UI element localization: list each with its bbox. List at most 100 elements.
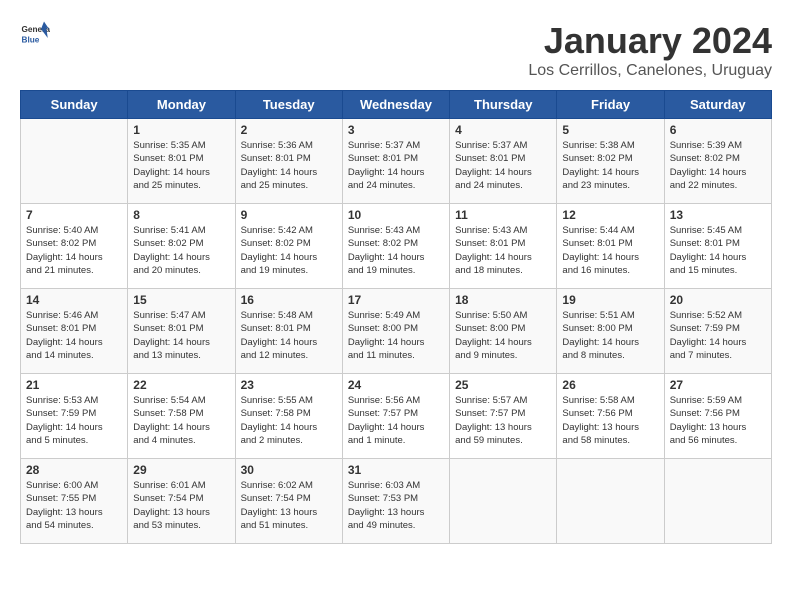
calendar-cell: 31Sunrise: 6:03 AM Sunset: 7:53 PM Dayli…	[342, 459, 449, 544]
calendar-table: Sunday Monday Tuesday Wednesday Thursday…	[20, 90, 772, 544]
cell-content: Sunrise: 5:48 AM Sunset: 8:01 PM Dayligh…	[241, 309, 337, 362]
calendar-subtitle: Los Cerrillos, Canelones, Uruguay	[528, 62, 772, 80]
calendar-cell: 26 Sunrise: 5:58 AM Sunset: 7:56 PM Dayli…	[557, 374, 664, 459]
day-number: 25	[455, 378, 551, 392]
cell-content: Sunrise: 5:47 AM Sunset: 8:01 PM Dayligh…	[133, 309, 229, 362]
day-number: 5	[562, 123, 658, 137]
day-number: 14	[26, 293, 122, 307]
calendar-week-3: 14 Sunrise: 5:46 AM Sunset: 8:01 PM Dayli…	[21, 289, 772, 374]
calendar-week-4: 21Sunrise: 5:53 AM Sunset: 7:59 PM Dayli…	[21, 374, 772, 459]
calendar-cell: 24 Sunrise: 5:56 AM Sunset: 7:57 PM Dayli…	[342, 374, 449, 459]
day-number: 27	[670, 378, 766, 392]
calendar-cell: 7 Sunrise: 5:40 AM Sunset: 8:02 PM Daylig…	[21, 204, 128, 289]
day-number: 28	[26, 463, 122, 477]
cell-content: Sunrise: 5:37 AM Sunset: 8:01 PM Dayligh…	[455, 139, 551, 192]
cell-content: Sunrise: 5:41 AM Sunset: 8:02 PM Dayligh…	[133, 224, 229, 277]
calendar-cell: 17 Sunrise: 5:49 AM Sunset: 8:00 PM Dayli…	[342, 289, 449, 374]
cell-content: Sunrise: 5:44 AM Sunset: 8:01 PM Dayligh…	[562, 224, 658, 277]
day-number: 12	[562, 208, 658, 222]
cell-content: Sunrise: 5:51 AM Sunset: 8:00 PM Dayligh…	[562, 309, 658, 362]
day-number: 19	[562, 293, 658, 307]
calendar-week-5: 28 Sunrise: 6:00 AM Sunset: 7:55 PM Dayli…	[21, 459, 772, 544]
calendar-cell: 29 Sunrise: 6:01 AM Sunset: 7:54 PM Dayli…	[128, 459, 235, 544]
calendar-cell: 19 Sunrise: 5:51 AM Sunset: 8:00 PM Dayli…	[557, 289, 664, 374]
day-number: 9	[241, 208, 337, 222]
logo: GeneralBlue	[20, 20, 50, 50]
day-number: 10	[348, 208, 444, 222]
day-number: 17	[348, 293, 444, 307]
header: GeneralBlue January 2024 Los Cerrillos, …	[20, 20, 772, 80]
cell-content: Sunrise: 6:02 AM Sunset: 7:54 PM Dayligh…	[241, 479, 337, 532]
day-number: 7	[26, 208, 122, 222]
day-number: 29	[133, 463, 229, 477]
header-friday: Friday	[557, 91, 664, 119]
day-number: 22	[133, 378, 229, 392]
day-number: 16	[241, 293, 337, 307]
cell-content: Sunrise: 5:57 AM Sunset: 7:57 PM Dayligh…	[455, 394, 551, 447]
cell-content: Sunrise: 5:56 AM Sunset: 7:57 PM Dayligh…	[348, 394, 444, 447]
cell-content: Sunrise: 5:42 AM Sunset: 8:02 PM Dayligh…	[241, 224, 337, 277]
calendar-cell: 11 Sunrise: 5:43 AM Sunset: 8:01 PM Dayli…	[450, 204, 557, 289]
cell-content: Sunrise: 5:46 AM Sunset: 8:01 PM Dayligh…	[26, 309, 122, 362]
calendar-cell: 13Sunrise: 5:45 AM Sunset: 8:01 PM Dayli…	[664, 204, 771, 289]
cell-content: Sunrise: 5:49 AM Sunset: 8:00 PM Dayligh…	[348, 309, 444, 362]
header-sunday: Sunday	[21, 91, 128, 119]
cell-content: Sunrise: 6:01 AM Sunset: 7:54 PM Dayligh…	[133, 479, 229, 532]
day-number: 13	[670, 208, 766, 222]
day-number: 23	[241, 378, 337, 392]
day-number: 26	[562, 378, 658, 392]
calendar-cell	[664, 459, 771, 544]
day-number: 4	[455, 123, 551, 137]
logo-icon: GeneralBlue	[20, 20, 50, 50]
calendar-cell: 6 Sunrise: 5:39 AM Sunset: 8:02 PM Daylig…	[664, 119, 771, 204]
cell-content: Sunrise: 5:43 AM Sunset: 8:01 PM Dayligh…	[455, 224, 551, 277]
day-number: 2	[241, 123, 337, 137]
calendar-cell: 18 Sunrise: 5:50 AM Sunset: 8:00 PM Dayli…	[450, 289, 557, 374]
calendar-cell: 4 Sunrise: 5:37 AM Sunset: 8:01 PM Daylig…	[450, 119, 557, 204]
calendar-cell: 27Sunrise: 5:59 AM Sunset: 7:56 PM Dayli…	[664, 374, 771, 459]
cell-content: Sunrise: 5:40 AM Sunset: 8:02 PM Dayligh…	[26, 224, 122, 277]
calendar-title: January 2024	[528, 20, 772, 62]
calendar-cell: 14 Sunrise: 5:46 AM Sunset: 8:01 PM Dayli…	[21, 289, 128, 374]
header-thursday: Thursday	[450, 91, 557, 119]
calendar-week-1: 1Sunrise: 5:35 AM Sunset: 8:01 PM Daylig…	[21, 119, 772, 204]
header-wednesday: Wednesday	[342, 91, 449, 119]
calendar-cell: 9 Sunrise: 5:42 AM Sunset: 8:02 PM Daylig…	[235, 204, 342, 289]
calendar-cell: 30Sunrise: 6:02 AM Sunset: 7:54 PM Dayli…	[235, 459, 342, 544]
day-number: 8	[133, 208, 229, 222]
calendar-cell: 21Sunrise: 5:53 AM Sunset: 7:59 PM Dayli…	[21, 374, 128, 459]
cell-content: Sunrise: 5:37 AM Sunset: 8:01 PM Dayligh…	[348, 139, 444, 192]
cell-content: Sunrise: 5:43 AM Sunset: 8:02 PM Dayligh…	[348, 224, 444, 277]
weekday-header-row: Sunday Monday Tuesday Wednesday Thursday…	[21, 91, 772, 119]
day-number: 18	[455, 293, 551, 307]
svg-text:Blue: Blue	[22, 36, 40, 45]
calendar-cell	[557, 459, 664, 544]
day-number: 24	[348, 378, 444, 392]
cell-content: Sunrise: 5:55 AM Sunset: 7:58 PM Dayligh…	[241, 394, 337, 447]
cell-content: Sunrise: 5:58 AM Sunset: 7:56 PM Dayligh…	[562, 394, 658, 447]
day-number: 11	[455, 208, 551, 222]
day-number: 1	[133, 123, 229, 137]
calendar-cell	[21, 119, 128, 204]
day-number: 6	[670, 123, 766, 137]
cell-content: Sunrise: 6:03 AM Sunset: 7:53 PM Dayligh…	[348, 479, 444, 532]
calendar-cell: 1Sunrise: 5:35 AM Sunset: 8:01 PM Daylig…	[128, 119, 235, 204]
calendar-cell: 12 Sunrise: 5:44 AM Sunset: 8:01 PM Dayli…	[557, 204, 664, 289]
header-saturday: Saturday	[664, 91, 771, 119]
calendar-cell	[450, 459, 557, 544]
cell-content: Sunrise: 5:38 AM Sunset: 8:02 PM Dayligh…	[562, 139, 658, 192]
calendar-cell: 10 Sunrise: 5:43 AM Sunset: 8:02 PM Dayli…	[342, 204, 449, 289]
calendar-cell: 25 Sunrise: 5:57 AM Sunset: 7:57 PM Dayli…	[450, 374, 557, 459]
cell-content: Sunrise: 5:50 AM Sunset: 8:00 PM Dayligh…	[455, 309, 551, 362]
cell-content: Sunrise: 5:53 AM Sunset: 7:59 PM Dayligh…	[26, 394, 122, 447]
calendar-cell: 2 Sunrise: 5:36 AM Sunset: 8:01 PM Daylig…	[235, 119, 342, 204]
calendar-cell: 8 Sunrise: 5:41 AM Sunset: 8:02 PM Daylig…	[128, 204, 235, 289]
cell-content: Sunrise: 6:00 AM Sunset: 7:55 PM Dayligh…	[26, 479, 122, 532]
day-number: 20	[670, 293, 766, 307]
cell-content: Sunrise: 5:39 AM Sunset: 8:02 PM Dayligh…	[670, 139, 766, 192]
calendar-cell: 15Sunrise: 5:47 AM Sunset: 8:01 PM Dayli…	[128, 289, 235, 374]
cell-content: Sunrise: 5:52 AM Sunset: 7:59 PM Dayligh…	[670, 309, 766, 362]
cell-content: Sunrise: 5:36 AM Sunset: 8:01 PM Dayligh…	[241, 139, 337, 192]
calendar-cell: 28 Sunrise: 6:00 AM Sunset: 7:55 PM Dayli…	[21, 459, 128, 544]
calendar-cell: 20 Sunrise: 5:52 AM Sunset: 7:59 PM Dayli…	[664, 289, 771, 374]
